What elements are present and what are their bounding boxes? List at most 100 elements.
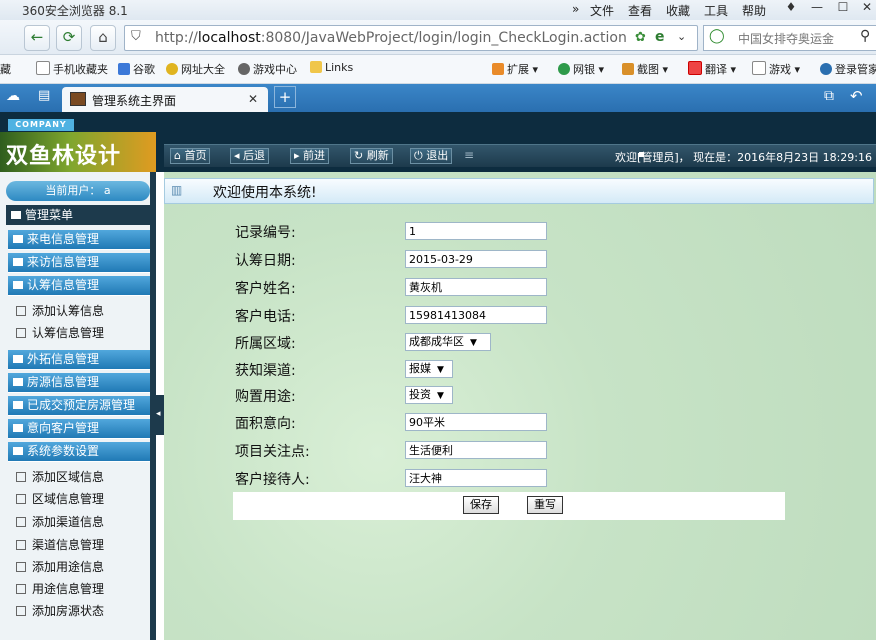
close-icon[interactable]: ✕ bbox=[856, 0, 876, 18]
back-arrow-icon: ← bbox=[30, 28, 44, 46]
bookmark-item[interactable]: 网银 ▾ bbox=[558, 61, 604, 77]
menu-file[interactable]: 文件 bbox=[590, 2, 614, 19]
folder-icon bbox=[13, 355, 23, 363]
window-icon[interactable]: ⧉ bbox=[824, 88, 834, 104]
page-icon bbox=[16, 494, 26, 504]
minimize-icon[interactable]: — bbox=[806, 0, 828, 18]
page-icon bbox=[16, 606, 26, 616]
forward-nav-button[interactable]: ▸ 前进 bbox=[290, 148, 330, 164]
bookmark-item[interactable]: 手机收藏夹 bbox=[36, 61, 108, 77]
customer-phone-field[interactable]: 15981413084 bbox=[405, 306, 547, 324]
menu-help[interactable]: 帮助 bbox=[742, 2, 766, 19]
bookmark-item[interactable]: 游戏中心 bbox=[238, 61, 297, 77]
save-button[interactable]: 保存 bbox=[463, 496, 499, 514]
extension-icon bbox=[492, 63, 504, 75]
sidebar-item-intent-customers[interactable]: 意向客户管理 bbox=[8, 419, 150, 439]
menu-grip-icon: ≡ bbox=[464, 148, 475, 162]
menu-arrow-icon[interactable]: » bbox=[572, 2, 579, 16]
field-label-area-intent: 面积意向: bbox=[235, 416, 296, 432]
bookmark-item[interactable]: 翻译 ▾ bbox=[688, 61, 736, 77]
folder-icon bbox=[310, 61, 322, 73]
sidebar-item-visit-info[interactable]: 来访信息管理 bbox=[8, 253, 150, 273]
bookmark-item[interactable]: 截图 ▾ bbox=[622, 61, 668, 77]
bank-icon bbox=[558, 63, 570, 75]
page-icon bbox=[16, 517, 26, 527]
cloud-icon[interactable]: ☁ bbox=[6, 88, 20, 104]
tab-main[interactable]: 管理系统主界面 ✕ bbox=[62, 87, 268, 112]
bookmark-item[interactable]: 扩展 ▾ bbox=[492, 61, 538, 77]
refresh-button[interactable]: ⟳ bbox=[56, 25, 82, 51]
sidebar-item-housing[interactable]: 房源信息管理 bbox=[8, 373, 150, 393]
search-icon[interactable]: ⚲ bbox=[860, 28, 870, 44]
shield-icon: ⛉ bbox=[131, 29, 141, 44]
sidebar-link-add-usage[interactable]: 添加用途信息 bbox=[16, 558, 104, 575]
address-bar[interactable]: ⛉ http://localhost:8080/JavaWebProject/l… bbox=[124, 25, 698, 51]
reset-button[interactable]: 重写 bbox=[527, 496, 563, 514]
sidebar-item-outreach[interactable]: 外拓信息管理 bbox=[8, 350, 150, 370]
browser-nav-bar: ← ⟳ ⌂ ⛉ http://localhost:8080/JavaWebPro… bbox=[0, 20, 876, 55]
search-engine-icon[interactable]: ◯ bbox=[709, 28, 725, 44]
current-user-bar: 当前用户： a bbox=[6, 181, 150, 201]
sidebar-link-add-house-status[interactable]: 添加房源状态 bbox=[16, 602, 104, 619]
sidebar-link-add-channel[interactable]: 添加渠道信息 bbox=[16, 513, 104, 530]
subscription-date-field[interactable]: 2015-03-29 bbox=[405, 250, 547, 268]
sidebar-link-add-region[interactable]: 添加区域信息 bbox=[16, 468, 104, 485]
sidebar-link-manage-channel[interactable]: 渠道信息管理 bbox=[16, 536, 104, 553]
tab-close-icon[interactable]: ✕ bbox=[248, 92, 258, 106]
main-content bbox=[164, 172, 876, 640]
sidebar-item-system-settings[interactable]: 系统参数设置 bbox=[8, 442, 150, 462]
url-dropdown-icon[interactable]: ⌄ bbox=[677, 30, 686, 43]
field-label-channel: 获知渠道: bbox=[235, 363, 296, 379]
usage-select[interactable]: 投资 ▼ bbox=[405, 386, 453, 404]
home-nav-button[interactable]: ⌂ 首页 bbox=[170, 148, 211, 164]
grip-icon: ▥ bbox=[171, 183, 183, 197]
folder-icon bbox=[13, 281, 23, 289]
channel-select[interactable]: 报媒 ▼ bbox=[405, 360, 453, 378]
address-url[interactable]: http://localhost:8080/JavaWebProject/log… bbox=[155, 30, 627, 46]
logout-button[interactable]: ⏻ 退出 bbox=[410, 148, 453, 164]
sidebar-item-subscription[interactable]: 认筹信息管理 bbox=[8, 276, 150, 296]
menu-favorites[interactable]: 收藏 bbox=[666, 2, 690, 19]
field-label-record-id: 记录编号: bbox=[235, 225, 296, 241]
maximize-icon[interactable]: ☐ bbox=[832, 0, 854, 18]
menu-tools[interactable]: 工具 bbox=[704, 2, 728, 19]
project-focus-field[interactable]: 生活便利 bbox=[405, 441, 547, 459]
home-button[interactable]: ⌂ bbox=[90, 25, 116, 51]
sidebar-link-manage-region[interactable]: 区域信息管理 bbox=[16, 490, 104, 507]
tab-list-icon[interactable]: ▤ bbox=[38, 88, 50, 103]
bookmark-item[interactable]: Links bbox=[310, 61, 353, 74]
skin-icon[interactable]: ♦ bbox=[780, 0, 802, 18]
bookmark-item[interactable]: 谷歌 bbox=[118, 61, 155, 77]
key-icon bbox=[820, 63, 832, 75]
menu-view[interactable]: 查看 bbox=[628, 2, 652, 19]
bookmark-item[interactable]: 登录管家 bbox=[820, 61, 876, 77]
customer-name-field[interactable]: 黄灰机 bbox=[405, 278, 547, 296]
sidebar-item-closed-deals[interactable]: 已成交预定房源管理 bbox=[8, 396, 150, 416]
site-logo: 双鱼林设计 bbox=[0, 132, 156, 172]
new-tab-button[interactable]: + bbox=[274, 86, 296, 108]
bookmark-item[interactable]: 藏 bbox=[0, 61, 11, 77]
back-nav-button[interactable]: ◂ 后退 bbox=[230, 148, 270, 164]
undo-icon[interactable]: ↶ bbox=[850, 87, 863, 105]
bookmark-item[interactable]: 游戏 ▾ bbox=[752, 61, 800, 77]
area-intent-field[interactable]: 90平米 bbox=[405, 413, 547, 431]
sidebar-link-manage-subscription[interactable]: 认筹信息管理 bbox=[16, 324, 104, 341]
search-input[interactable]: 中国女排夺奥运金 bbox=[738, 30, 834, 47]
refresh-nav-button[interactable]: ↻ 刷新 bbox=[350, 148, 393, 164]
sidebar-link-add-subscription[interactable]: 添加认筹信息 bbox=[16, 302, 104, 319]
region-select[interactable]: 成都成华区 ▼ bbox=[405, 333, 491, 351]
page-icon bbox=[16, 562, 26, 572]
folder-icon bbox=[13, 378, 23, 386]
sidebar-collapse-handle[interactable]: ◂ bbox=[156, 395, 164, 435]
bookmark-item[interactable]: 网址大全 bbox=[166, 61, 225, 77]
browser-title-bar: 360安全浏览器 8.1 » 文件 查看 收藏 工具 帮助 ♦ — ☐ ✕ bbox=[0, 0, 876, 20]
record-id-field[interactable]: 1 bbox=[405, 222, 547, 240]
folder-icon bbox=[13, 401, 23, 409]
sidebar-link-manage-usage[interactable]: 用途信息管理 bbox=[16, 580, 104, 597]
back-button[interactable]: ← bbox=[24, 25, 50, 51]
sidebar-item-call-info[interactable]: 来电信息管理 bbox=[8, 230, 150, 250]
receptionist-field[interactable]: 汪大神 bbox=[405, 469, 547, 487]
security-icon[interactable]: ✿ bbox=[635, 30, 646, 45]
ie-mode-icon[interactable]: e bbox=[655, 29, 665, 45]
search-box[interactable]: ◯ 中国女排夺奥运金 ⚲ bbox=[703, 25, 876, 51]
